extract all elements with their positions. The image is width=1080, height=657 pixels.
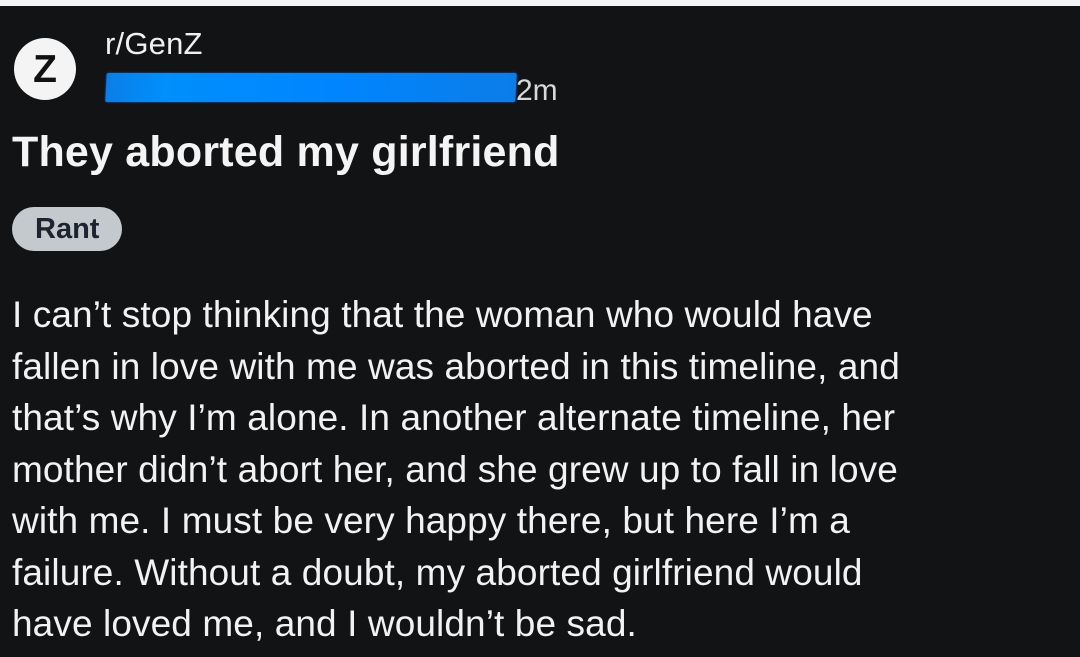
community-name-link[interactable]: r/GenZ <box>105 26 203 62</box>
post-body-line: failure. Without a doubt, my aborted gir… <box>12 551 863 593</box>
post-flair[interactable]: Rant <box>12 207 123 251</box>
post-timestamp: 2m <box>516 74 558 107</box>
redacted-username-mark <box>105 73 517 102</box>
post-header: Z r/GenZ 2m <box>14 20 714 110</box>
post-title[interactable]: They aborted my girlfriend <box>12 128 560 177</box>
post-body-line: I can’t stop thinking that the woman who… <box>12 294 873 335</box>
post-body-line: with me. I must be very happy there, but… <box>12 500 850 541</box>
post-body-line: fallen in love with me was aborted in th… <box>12 345 900 387</box>
post-body: I can’t stop thinking that the woman who… <box>12 289 1080 650</box>
reddit-post-screenshot: Z r/GenZ 2m They aborted my girlfriend R… <box>0 0 1080 657</box>
post-body-line: have loved me, and I wouldn’t be sad. <box>12 603 637 644</box>
community-avatar[interactable]: Z <box>14 38 76 100</box>
top-edge-strip <box>0 0 1080 6</box>
post-body-line: that’s why I’m alone. In another alterna… <box>12 397 896 438</box>
post-body-line: mother didn’t abort her, and she grew up… <box>12 448 898 490</box>
